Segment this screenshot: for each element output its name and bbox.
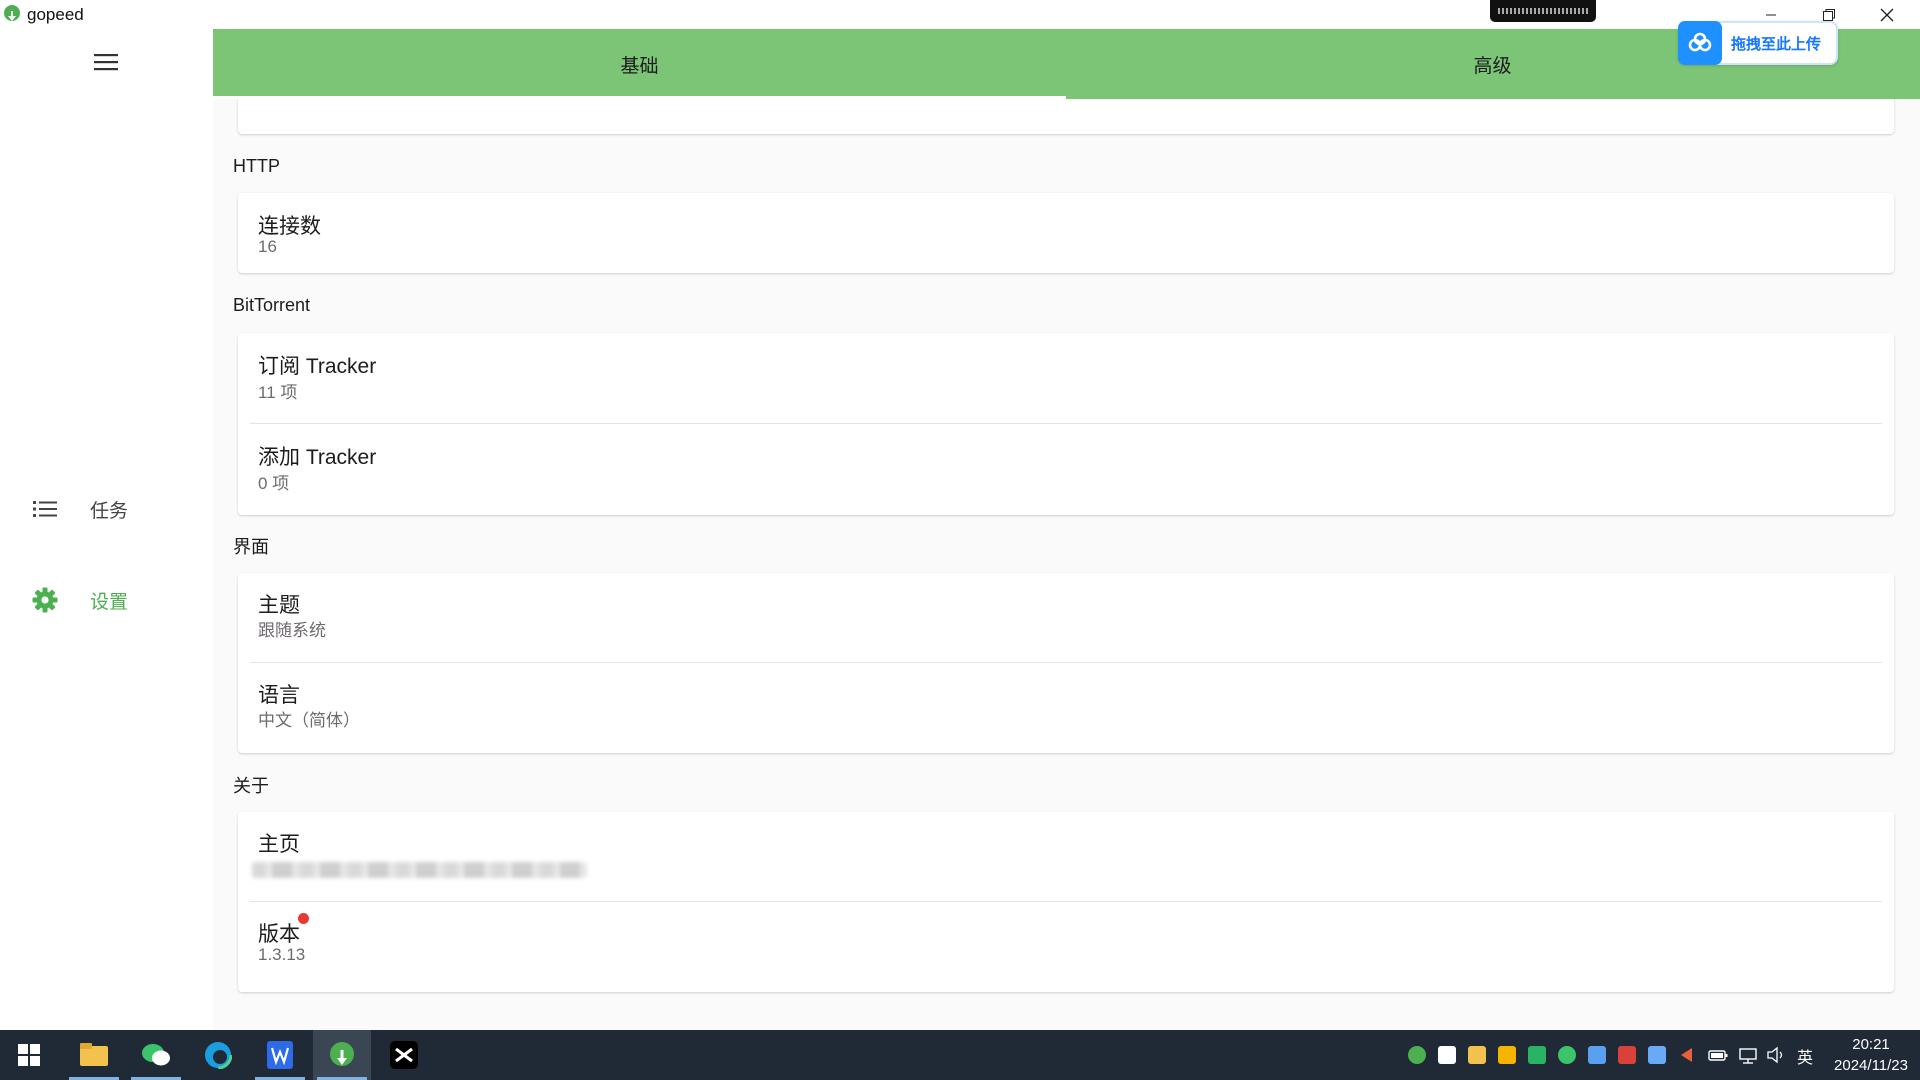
minimize-icon <box>1766 14 1776 15</box>
sidebar-item-tasks[interactable]: 任务 <box>0 481 213 537</box>
volume-icon[interactable] <box>1766 1046 1784 1064</box>
tab-label: 高级 <box>1473 55 1512 77</box>
tray-folder-icon[interactable] <box>1468 1046 1486 1064</box>
sidebar-item-label: 任务 <box>90 500 129 522</box>
tray-shield-icon[interactable] <box>1498 1046 1516 1064</box>
setting-title: 主页 <box>258 833 300 856</box>
section-title-about: 关于 <box>233 776 269 796</box>
tray-green-app-icon[interactable] <box>1528 1046 1546 1064</box>
setting-row-connections[interactable]: 连接数 16 <box>238 193 1894 273</box>
setting-title: 语言 <box>258 684 300 707</box>
tray-gopeed-icon[interactable] <box>1408 1046 1426 1064</box>
drag-upload-widget[interactable]: 拖拽至此上传 <box>1678 21 1838 65</box>
network-icon[interactable] <box>1738 1046 1757 1064</box>
setting-row-subscribe-tracker[interactable]: 订阅 Tracker 11 项 <box>238 333 1894 424</box>
tray-app-icon[interactable] <box>1438 1046 1456 1064</box>
setting-row-language[interactable]: 语言 中文（简体） <box>238 663 1894 753</box>
setting-title: 版本 <box>258 923 300 946</box>
tray-red-app-icon[interactable] <box>1618 1046 1636 1064</box>
setting-value: 0 项 <box>258 474 290 493</box>
setting-value: 16 <box>258 237 277 256</box>
homepage-url-redacted <box>252 862 587 878</box>
settings-content: HTTP 连接数 16 BitTorrent 订阅 Tracker 11 项 添… <box>213 99 1920 1030</box>
setting-title: 添加 Tracker <box>258 446 377 469</box>
hamburger-icon <box>94 54 118 71</box>
setting-value: 跟随系统 <box>258 621 326 640</box>
bittorrent-card: 订阅 Tracker 11 项 添加 Tracker 0 项 <box>238 333 1894 515</box>
close-button[interactable] <box>1858 0 1916 29</box>
overlay-pill <box>1490 0 1596 22</box>
windows-logo-icon <box>18 1044 40 1066</box>
section-title-http: HTTP <box>233 156 280 176</box>
taskbar-gopeed[interactable] <box>313 1030 371 1080</box>
setting-row-homepage[interactable]: 主页 <box>238 812 1894 902</box>
window-titlebar: gopeed <box>0 0 1920 29</box>
setting-row-version[interactable]: 版本 1.3.13 <box>238 902 1894 992</box>
window-title: gopeed <box>27 5 84 24</box>
menu-button[interactable] <box>88 44 124 80</box>
document-icon <box>267 1041 293 1069</box>
partial-settings-card <box>238 99 1894 134</box>
taskbar-clock[interactable]: 20:21 2024/11/23 <box>1834 1034 1908 1076</box>
http-card: 连接数 16 <box>238 193 1894 273</box>
windows-taskbar: 英 20:21 2024/11/23 <box>0 1030 1920 1080</box>
edge-icon <box>204 1041 232 1069</box>
cloud-icon <box>1678 21 1722 65</box>
setting-value: 1.3.13 <box>258 945 306 964</box>
setting-row-add-tracker[interactable]: 添加 Tracker 0 项 <box>238 424 1894 515</box>
setting-value: 11 项 <box>258 383 298 402</box>
section-title-ui: 界面 <box>233 537 269 557</box>
capcut-icon <box>390 1041 418 1069</box>
gear-icon <box>30 585 60 615</box>
sidebar-item-label: 设置 <box>90 591 129 613</box>
start-button[interactable] <box>0 1030 58 1080</box>
tray-cloud-icon[interactable] <box>1588 1046 1606 1064</box>
close-icon <box>1880 8 1894 21</box>
battery-icon[interactable] <box>1708 1046 1728 1064</box>
upload-label: 拖拽至此上传 <box>1731 35 1822 53</box>
section-title-bittorrent: BitTorrent <box>233 295 311 315</box>
about-card: 主页 版本 1.3.13 <box>238 812 1894 992</box>
ui-card: 主题 跟随系统 语言 中文（简体） <box>238 573 1894 753</box>
setting-value: 中文（简体） <box>258 711 360 730</box>
input-method-indicator[interactable]: 英 <box>1797 1044 1813 1068</box>
tray-baidu-icon[interactable] <box>1648 1046 1666 1064</box>
gopeed-logo-icon <box>4 5 20 21</box>
setting-title: 连接数 <box>258 215 321 238</box>
restore-icon <box>1823 8 1835 21</box>
taskbar-edge[interactable] <box>189 1030 247 1080</box>
tray-arrow-icon[interactable] <box>1678 1046 1696 1064</box>
clock-time: 20:21 <box>1852 1036 1890 1053</box>
sidebar: 任务 设置 <box>0 29 213 1030</box>
clock-date: 2024/11/23 <box>1834 1057 1908 1074</box>
list-icon <box>30 494 60 524</box>
tab-basic[interactable]: 基础 <box>213 29 1066 99</box>
taskbar-wechat[interactable] <box>127 1030 185 1080</box>
gopeed-logo-icon <box>330 1042 354 1066</box>
taskbar-capcut[interactable] <box>375 1030 433 1080</box>
tab-label: 基础 <box>620 55 659 77</box>
tray-wechat-icon[interactable] <box>1558 1046 1576 1064</box>
setting-title: 订阅 Tracker <box>258 355 377 378</box>
folder-icon <box>80 1043 108 1066</box>
update-badge <box>298 913 309 924</box>
setting-title: 主题 <box>258 594 300 617</box>
settings-tabbar: 基础 高级 <box>213 29 1920 99</box>
taskbar-file-explorer[interactable] <box>65 1030 123 1080</box>
wechat-icon <box>142 1044 170 1066</box>
setting-row-theme[interactable]: 主题 跟随系统 <box>238 573 1894 663</box>
sidebar-item-settings[interactable]: 设置 <box>0 572 213 628</box>
taskbar-wps-writer[interactable] <box>251 1030 309 1080</box>
